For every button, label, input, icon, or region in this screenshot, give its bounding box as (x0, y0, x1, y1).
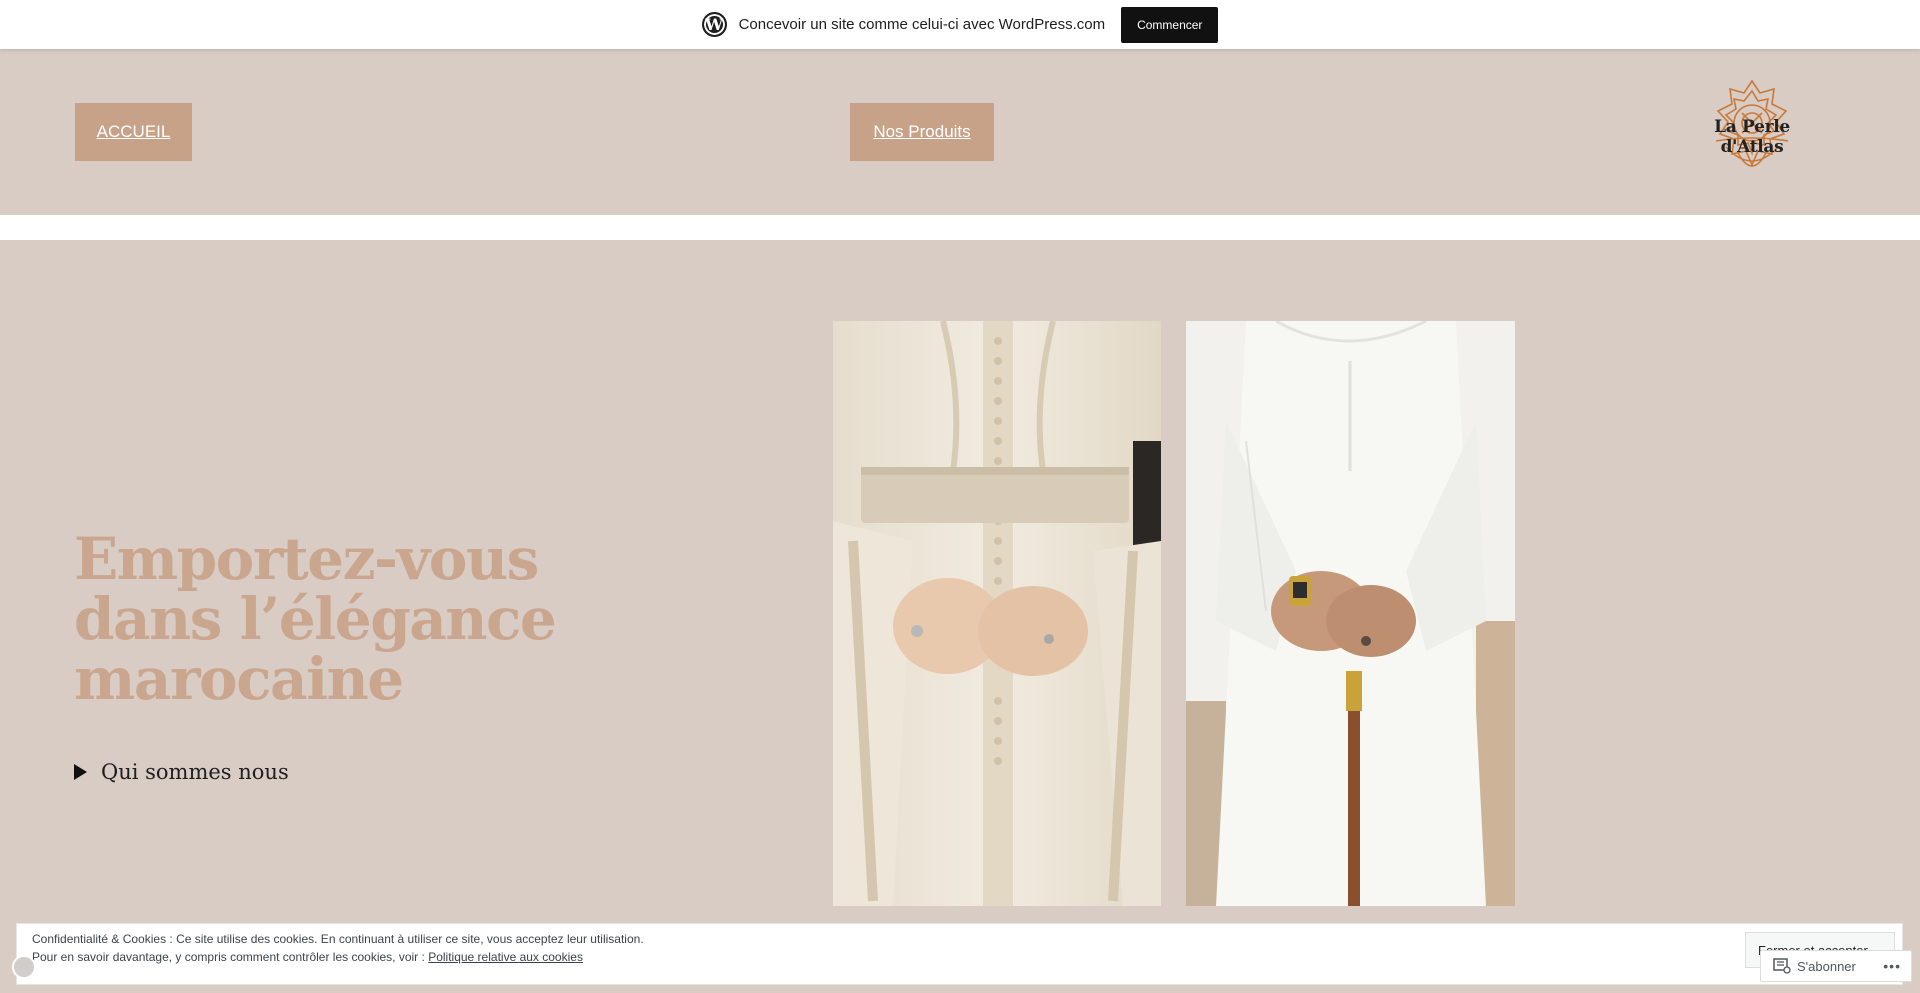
cookie-text-prefix: Pour en savoir davantage, y compris comm… (32, 950, 425, 964)
about-us-label: Qui sommes nous (101, 760, 289, 784)
nav-home-button[interactable]: ACCUEIL (75, 103, 192, 161)
cookie-text-line2: Pour en savoir davantage, y compris comm… (32, 950, 583, 964)
hero-title: Emportez-vous dans l’élégance marocaine (74, 525, 557, 713)
logo-text: La Perle d'Atlas (1714, 117, 1790, 157)
disclosure-triangle-icon (74, 764, 87, 780)
reader-icon (1773, 958, 1791, 974)
site-header: ACCUEIL Nos Produits La Perle d'Atlas (0, 49, 1920, 215)
settings-circle-icon[interactable] (12, 955, 36, 979)
nav-products-button[interactable]: Nos Produits (850, 103, 994, 161)
hero-section: Emportez-vous dans l’élégance marocaine … (0, 240, 1920, 993)
subscribe-label: S'abonner (1797, 958, 1856, 974)
wordpress-logo-icon[interactable]: W (701, 12, 727, 37)
subscribe-widget[interactable]: S'abonner ••• (1760, 950, 1912, 982)
site-logo[interactable]: La Perle d'Atlas (1686, 79, 1818, 183)
cookie-banner: Confidentialité & Cookies : Ce site util… (16, 923, 1903, 985)
header-divider (0, 215, 1920, 240)
cookie-policy-link[interactable]: Politique relative aux cookies (428, 950, 583, 964)
banner-text: Concevoir un site comme celui-ci avec Wo… (738, 16, 1106, 33)
start-button[interactable]: Commencer (1121, 6, 1219, 43)
about-us-toggle[interactable]: Qui sommes nous (74, 760, 289, 784)
cookie-text-line1: Confidentialité & Cookies : Ce site util… (32, 932, 644, 946)
caftan-embroidered-photo (833, 321, 1161, 906)
wordpress-banner: W Concevoir un site comme celui-ci avec … (0, 0, 1920, 49)
more-options-icon[interactable]: ••• (1883, 958, 1901, 974)
white-djellaba-cane-photo (1186, 321, 1515, 906)
